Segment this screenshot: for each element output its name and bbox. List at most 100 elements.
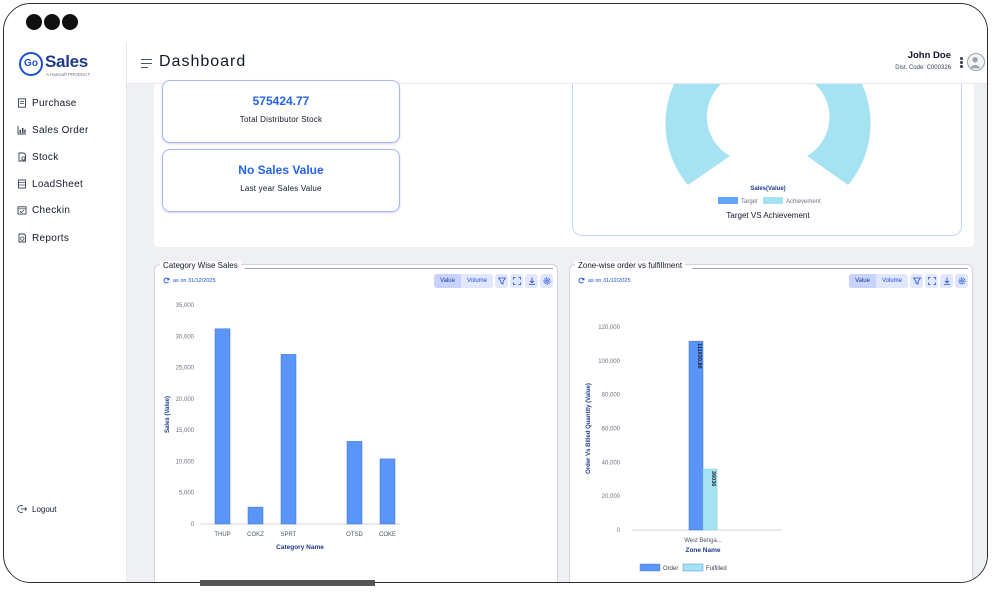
app-root: Go Sales A Hamsoft PRODUCT Purchase Sale…: [11, 42, 987, 582]
window-close-button[interactable]: [26, 14, 42, 30]
stat-card-last-year-sales: No Sales Value Last year Sales Value: [162, 149, 400, 212]
brand-logo[interactable]: Go Sales A Hamsoft PRODUCT: [19, 50, 119, 80]
brand-name: Sales: [45, 52, 88, 71]
logout-label: Logout: [32, 504, 57, 514]
download-button[interactable]: [940, 274, 953, 288]
settings-button[interactable]: [540, 274, 553, 288]
y-tick-label: 15,000: [176, 428, 195, 434]
chart-toolbar: Value Volume: [434, 274, 553, 288]
logout-button[interactable]: Logout: [17, 504, 56, 514]
bar-THUP[interactable]: [214, 328, 231, 525]
bar-COKE[interactable]: [379, 458, 396, 525]
sidebar-item-label: Stock: [32, 151, 59, 163]
legend-swatch-target: [718, 197, 738, 204]
legend-achievement-label[interactable]: Achievement: [786, 199, 821, 205]
y-tick-label: 120,000: [598, 325, 620, 331]
legend-swatch-order: [639, 563, 661, 572]
reports-icon: [18, 233, 26, 243]
data-label: 111630.86: [696, 343, 702, 368]
as-on-date[interactable]: as on 31/12/2025: [578, 277, 631, 284]
value-volume-toggle: Value Volume: [849, 274, 908, 288]
page-title: Dashboard: [159, 53, 247, 70]
window-titlebar: [4, 4, 987, 41]
toggle-value[interactable]: Value: [434, 274, 461, 288]
donut-segment-achievement[interactable]: [665, 84, 730, 185]
sidebar-item-stock[interactable]: Stock: [17, 148, 59, 166]
sidebar-item-loadsheet[interactable]: LoadSheet: [17, 175, 83, 193]
toggle-volume[interactable]: Volume: [876, 274, 908, 288]
bar-order[interactable]: [688, 340, 704, 531]
x-tick-label: SPRT: [281, 532, 297, 538]
bar-COKZ[interactable]: [247, 506, 264, 525]
refresh-icon: [163, 277, 170, 284]
top-header: Dashboard John Doe Dist. Code: C000326: [127, 42, 987, 84]
settings-button[interactable]: [955, 274, 968, 288]
sidebar-item-label: Sales Order: [32, 124, 89, 136]
summary-panel: 575424.77 Total Distributor Stock No Sal…: [154, 80, 974, 247]
legend-target-label[interactable]: Target: [741, 199, 758, 205]
scrollbar-thumb[interactable]: [200, 580, 375, 586]
window-maximize-button[interactable]: [62, 14, 78, 30]
stat-label: Total Distributor Stock: [239, 115, 323, 124]
as-on-date[interactable]: as on 31/12/2025: [163, 277, 216, 284]
y-tick-label: 80,000: [602, 393, 621, 399]
window-minimize-button[interactable]: [44, 14, 60, 30]
download-button[interactable]: [525, 274, 538, 288]
filter-button[interactable]: [495, 274, 508, 288]
legend-label-fulfilled[interactable]: Fulfilled: [706, 566, 727, 572]
expand-icon: [512, 277, 521, 285]
user-name: John Doe: [907, 50, 951, 61]
stat-label: Last year Sales Value: [240, 184, 322, 193]
filter-button[interactable]: [910, 274, 923, 288]
bar-SPRT[interactable]: [280, 354, 297, 525]
menu-icon[interactable]: [141, 59, 152, 70]
y-axis-title: Order Vs Billed Quantity (Value): [586, 383, 592, 474]
bar-OTSD[interactable]: [346, 441, 363, 525]
x-tick-label: THUP: [214, 532, 230, 538]
x-tick-label: COKZ: [247, 532, 264, 538]
donut-caption: Target VS Achievement: [726, 211, 810, 220]
logo-mark: Go: [19, 52, 43, 76]
stat-value: No Sales Value: [238, 163, 324, 177]
sheet-icon: [18, 179, 26, 189]
x-tick-label: COKE: [379, 532, 396, 538]
fullscreen-button[interactable]: [510, 274, 523, 288]
refresh-icon: [578, 277, 585, 284]
sidebar-item-label: Purchase: [32, 97, 77, 109]
legend-swatch-fulfilled: [682, 563, 704, 572]
donut-segment-achievement[interactable]: [807, 84, 871, 185]
y-tick-label: 60,000: [602, 427, 621, 433]
legend-label-order[interactable]: Order: [663, 566, 678, 572]
more-options-icon[interactable]: [960, 57, 963, 69]
toggle-volume[interactable]: Volume: [461, 274, 493, 288]
fullscreen-button[interactable]: [925, 274, 938, 288]
brand-tagline: A Hamsoft PRODUCT: [46, 72, 91, 77]
x-axis-title: Zone Name: [685, 547, 720, 554]
sidebar-item-sales-order[interactable]: Sales Order: [17, 121, 89, 139]
title-divider: [245, 268, 553, 269]
y-tick-label: 25,000: [176, 366, 195, 372]
donut-legend-title: Sales(Value): [750, 186, 785, 192]
data-label: 36036: [710, 471, 716, 486]
y-tick-label: 35,000: [176, 303, 195, 309]
title-divider: [692, 268, 968, 269]
category-sales-panel: Category Wise Sales as on 31/12/2025 Val…: [154, 261, 558, 582]
y-tick-label: 20,000: [602, 494, 621, 500]
donut-chart: Sales(Value) Target Achievement Target V…: [665, 84, 871, 220]
sidebar: Go Sales A Hamsoft PRODUCT Purchase Sale…: [11, 42, 127, 582]
toggle-value[interactable]: Value: [849, 274, 876, 288]
sidebar-item-label: LoadSheet: [32, 178, 84, 190]
sidebar-item-checkin[interactable]: Checkin: [17, 201, 70, 219]
y-tick-label: 5,000: [179, 491, 195, 497]
sidebar-item-reports[interactable]: Reports: [17, 229, 69, 247]
stat-value: 575424.77: [252, 94, 310, 108]
value-volume-toggle: Value Volume: [434, 274, 493, 288]
calendar-check-icon: [17, 206, 27, 215]
avatar[interactable]: [967, 53, 985, 71]
x-tick-label: OTSD: [346, 532, 363, 538]
bar-chart-icon: [17, 126, 26, 135]
sidebar-item-purchase[interactable]: Purchase: [17, 94, 77, 112]
logout-icon: [17, 505, 27, 513]
panel-title: Category Wise Sales: [160, 261, 241, 270]
user-icon: [969, 57, 981, 69]
